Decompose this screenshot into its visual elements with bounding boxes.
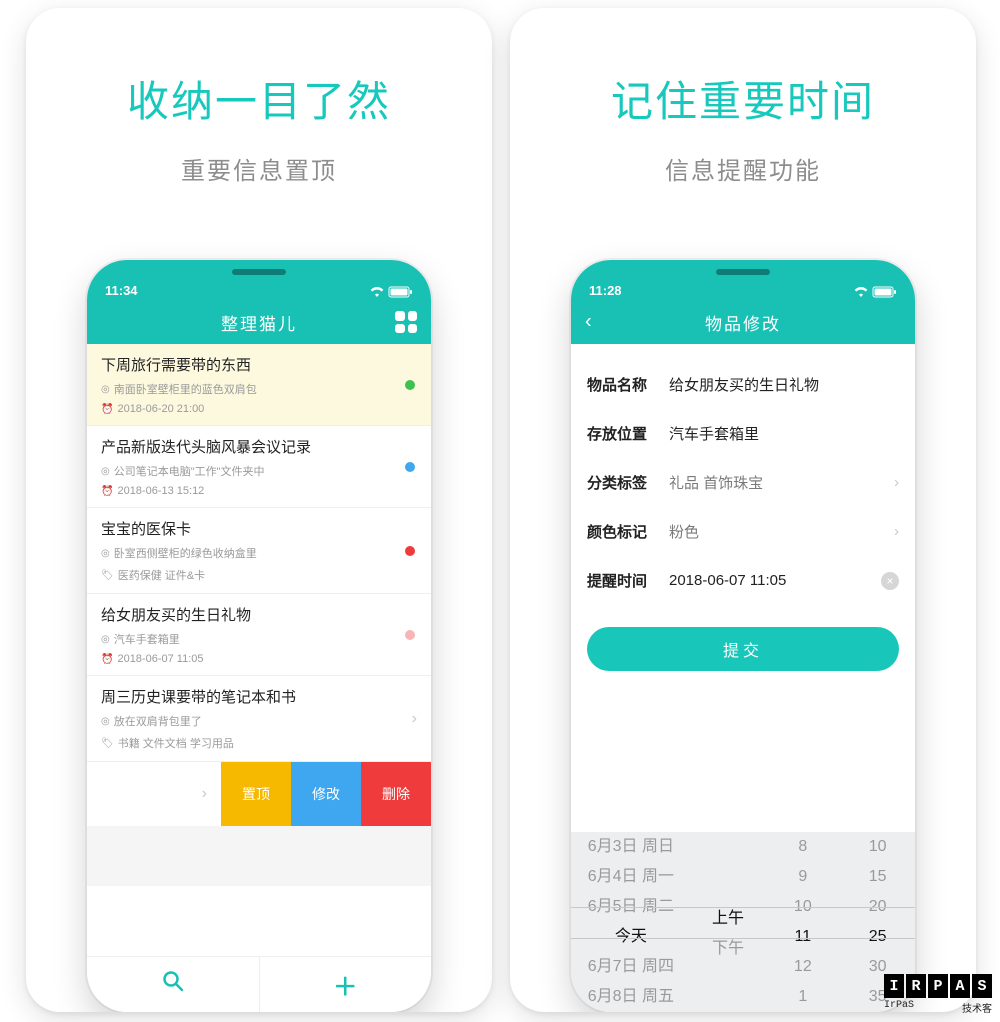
phone-mock-left: 11:34 整理猫儿 下周旅行需要带的东西 ◎ 南面卧室壁柜里的蓝色双肩包 ⏰ 20… [87, 260, 431, 1012]
color-dot [405, 462, 415, 472]
item-title: 周三历史课要带的笔记本和书 [101, 686, 417, 707]
app-bar: ‹ 物品修改 [571, 300, 915, 344]
datetime-picker[interactable]: 6月3日 周日 6月4日 周一 6月5日 周二 今天 6月7日 周四 6月8日 … [571, 832, 915, 1012]
plus-icon: ＋ [333, 967, 357, 1002]
search-button[interactable] [87, 957, 259, 1012]
item-location: 放在双肩背包里了 [114, 713, 202, 729]
color-dot [405, 546, 415, 556]
chevron-right-icon: › [888, 474, 899, 491]
swipe-edit-button[interactable]: 修改 [291, 762, 361, 826]
edit-form: 物品名称 给女朋友买的生日礼物 存放位置 汽车手套箱里 分类标签 礼品 首饰珠宝… [571, 344, 915, 605]
wifi-icon [853, 286, 869, 298]
item-time: 2018-06-07 11:05 [117, 653, 203, 665]
chevron-right-icon: › [888, 523, 899, 540]
list-item[interactable]: 给女朋友买的生日礼物 ◎ 汽车手套箱里 ⏰ 2018-06-07 11:05 [87, 594, 431, 676]
watermark: I R P A S IrPaS 技术客 [884, 974, 992, 1016]
form-row-location[interactable]: 存放位置 汽车手套箱里 [587, 409, 899, 458]
promo-subtitle: 信息提醒功能 [510, 151, 976, 186]
item-location: 公司笔记本电脑"工作"文件夹中 [114, 463, 265, 479]
clock-icon: ⏰ [101, 654, 113, 665]
location-icon: ◎ [101, 634, 110, 645]
back-button[interactable]: ‹ [585, 311, 594, 334]
color-dot [405, 630, 415, 640]
item-title: 产品新版迭代头脑风暴会议记录 [101, 436, 417, 457]
field-label: 颜色标记 [587, 521, 669, 542]
item-title: 宝宝的医保卡 [101, 518, 417, 539]
list-item[interactable]: 下周旅行需要带的东西 ◎ 南面卧室壁柜里的蓝色双肩包 ⏰ 2018-06-20 21… [87, 344, 431, 426]
promo-title: 收纳一目了然 [26, 68, 492, 129]
item-tags: 书籍 文件文档 学习用品 [118, 735, 234, 751]
location-icon: ◎ [101, 384, 110, 395]
item-tags: 医药保健 证件&卡 [118, 567, 205, 583]
field-label: 提醒时间 [587, 570, 669, 591]
item-time: 2018-06-20 21:00 [117, 403, 204, 415]
layout-toggle-button[interactable] [395, 311, 417, 333]
phone-notch [663, 260, 823, 284]
field-label: 物品名称 [587, 374, 669, 395]
app-title: 整理猫儿 [221, 310, 297, 335]
list-item[interactable]: 宝宝的医保卡 ◎ 卧室西侧壁柜的绿色收纳盒里 🏷 医药保健 证件&卡 [87, 508, 431, 594]
add-button[interactable]: ＋ [259, 957, 432, 1012]
item-time: 2018-06-13 15:12 [117, 485, 204, 497]
location-icon: ◎ [101, 466, 110, 477]
picker-col-ampm[interactable]: 上午 下午 [691, 832, 766, 1012]
field-value: 汽车手套箱里 [669, 423, 899, 444]
form-row-reminder[interactable]: 提醒时间 2018-06-07 11:05 × [587, 556, 899, 605]
battery-icon [389, 286, 413, 298]
item-title: 下周旅行需要带的东西 [101, 354, 417, 375]
chevron-right-icon: › [87, 762, 221, 826]
phone-notch [179, 260, 339, 284]
form-row-color[interactable]: 颜色标记 粉色 › [587, 507, 899, 556]
bottom-bar: ＋ [87, 956, 431, 1012]
field-value: 2018-06-07 11:05 [669, 572, 881, 589]
promo-title: 记住重要时间 [510, 68, 976, 129]
item-location: 卧室西侧壁柜的绿色收纳盒里 [114, 545, 257, 561]
tag-icon: 🏷 [101, 738, 114, 749]
search-icon [162, 970, 184, 999]
status-time: 11:34 [105, 283, 138, 298]
field-value: 给女朋友买的生日礼物 [669, 374, 899, 395]
app-bar: 整理猫儿 [87, 300, 431, 344]
list-item[interactable]: 周三历史课要带的笔记本和书 ◎ 放在双肩背包里了 🏷 书籍 文件文档 学习用品 › [87, 676, 431, 762]
field-label: 存放位置 [587, 423, 669, 444]
form-row-tags[interactable]: 分类标签 礼品 首饰珠宝 › [587, 458, 899, 507]
clock-icon: ⏰ [101, 404, 113, 415]
form-row-name[interactable]: 物品名称 给女朋友买的生日礼物 [587, 360, 899, 409]
promo-subtitle: 重要信息置顶 [26, 151, 492, 186]
promo-card-right: 记住重要时间 信息提醒功能 11:28 ‹ 物品修改 物品名称 给女朋 [510, 8, 976, 1012]
field-value: 礼品 首饰珠宝 [669, 472, 888, 493]
item-title: 给女朋友买的生日礼物 [101, 604, 417, 625]
clear-icon[interactable]: × [881, 572, 899, 590]
swipe-pin-button[interactable]: 置顶 [221, 762, 291, 826]
wifi-icon [369, 286, 385, 298]
promo-card-left: 收纳一目了然 重要信息置顶 11:34 整理猫儿 下周旅行需要带的 [26, 8, 492, 1012]
tag-icon: 🏷 [101, 570, 114, 581]
app-title: 物品修改 [705, 310, 781, 335]
item-list: 下周旅行需要带的东西 ◎ 南面卧室壁柜里的蓝色双肩包 ⏰ 2018-06-20 21… [87, 344, 431, 886]
phone-mock-right: 11:28 ‹ 物品修改 物品名称 给女朋友买的生日礼物 存放位置 [571, 260, 915, 1012]
field-label: 分类标签 [587, 472, 669, 493]
battery-icon [873, 286, 897, 298]
list-item[interactable]: 产品新版迭代头脑风暴会议记录 ◎ 公司笔记本电脑"工作"文件夹中 ⏰ 2018-06… [87, 426, 431, 508]
list-blank [87, 826, 431, 886]
location-icon: ◎ [101, 548, 110, 559]
swipe-actions-row: › 置顶 修改 删除 [87, 762, 431, 826]
color-dot [405, 380, 415, 390]
picker-col-hour[interactable]: 8 9 10 11 12 1 2 [765, 832, 840, 1012]
picker-col-date[interactable]: 6月3日 周日 6月4日 周一 6月5日 周二 今天 6月7日 周四 6月8日 … [571, 832, 691, 1012]
clock-icon: ⏰ [101, 486, 113, 497]
status-time: 11:28 [589, 283, 622, 298]
swipe-delete-button[interactable]: 删除 [361, 762, 431, 826]
field-value: 粉色 [669, 521, 888, 542]
submit-button[interactable]: 提交 [587, 627, 899, 671]
location-icon: ◎ [101, 716, 110, 727]
chevron-right-icon: › [412, 710, 417, 728]
item-location: 南面卧室壁柜里的蓝色双肩包 [114, 381, 257, 397]
item-location: 汽车手套箱里 [114, 631, 180, 647]
